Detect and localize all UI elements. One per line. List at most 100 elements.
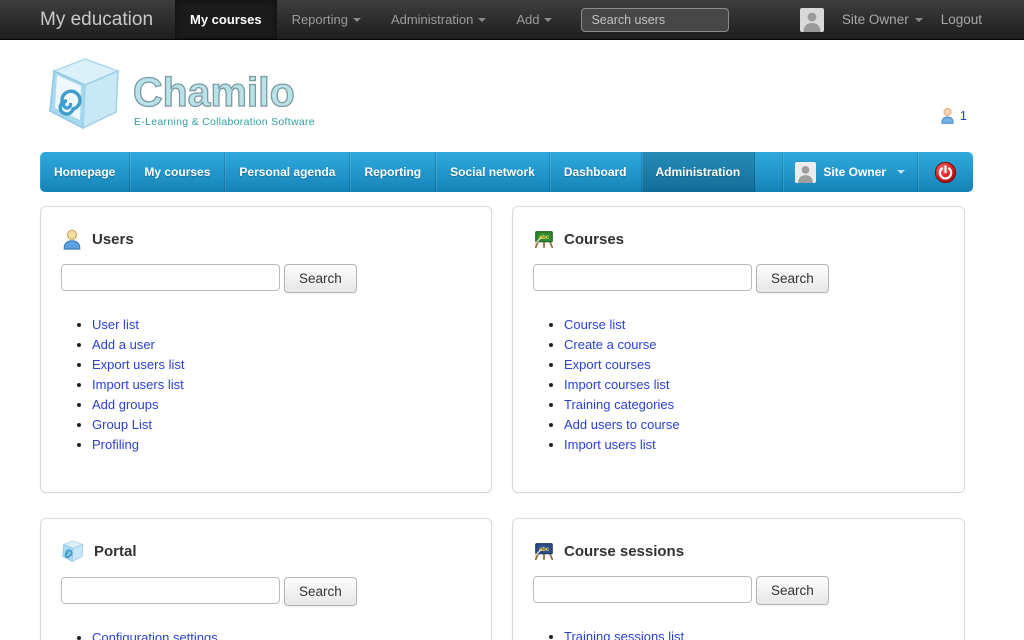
- link-add-users-to-course[interactable]: Add users to course: [564, 417, 680, 432]
- portal-search-button[interactable]: Search: [284, 577, 357, 606]
- tab-label: Personal agenda: [239, 165, 335, 179]
- chamilo-wordmark: Chamilo E-Learning & Collaboration Softw…: [131, 70, 346, 128]
- tab-administration[interactable]: Administration: [642, 152, 756, 192]
- sessions-links: Training sessions list Add a training se…: [533, 629, 944, 640]
- portal-search-input[interactable]: [61, 577, 280, 604]
- list-item: Create a course: [564, 337, 944, 352]
- panel-courses: abc Courses Search Course list Create a …: [512, 206, 965, 493]
- user-icon: [61, 228, 83, 250]
- tab-label: Homepage: [54, 165, 115, 179]
- courses-links: Course list Create a course Export cours…: [533, 317, 944, 452]
- list-item: Add a user: [92, 337, 471, 352]
- link-create-a-course[interactable]: Create a course: [564, 337, 657, 352]
- tab-personal-agenda[interactable]: Personal agenda: [225, 152, 350, 192]
- list-item: Group List: [92, 417, 471, 432]
- link-add-a-user[interactable]: Add a user: [92, 337, 155, 352]
- tabbar-user-menu[interactable]: Site Owner: [782, 152, 917, 192]
- online-users-counter[interactable]: 1: [939, 107, 967, 124]
- panel-title: Courses: [564, 231, 624, 248]
- link-add-groups[interactable]: Add groups: [92, 397, 159, 412]
- link-import-users-list-courses[interactable]: Import users list: [564, 437, 656, 452]
- chamilo-title: Chamilo: [131, 70, 346, 118]
- chevron-down-icon: [915, 18, 923, 22]
- top-nav-reporting[interactable]: Reporting: [277, 0, 376, 39]
- top-nav-administration[interactable]: Administration: [376, 0, 501, 39]
- link-import-courses-list[interactable]: Import courses list: [564, 377, 669, 392]
- sessions-search-input[interactable]: [533, 576, 752, 603]
- tab-label: Administration: [656, 165, 741, 179]
- chevron-down-icon: [353, 18, 361, 22]
- top-nav-my-courses[interactable]: My courses: [175, 0, 277, 39]
- tab-social-network[interactable]: Social network: [436, 152, 550, 192]
- list-item: Add users to course: [564, 417, 944, 432]
- chamilo-logo[interactable]: Chamilo E-Learning & Collaboration Softw…: [45, 56, 346, 134]
- user-menu-label: Site Owner: [842, 12, 909, 27]
- main-tab-bar: Homepage My courses Personal agenda Repo…: [40, 152, 973, 192]
- panel-users: Users Search User list Add a user Export…: [40, 206, 492, 493]
- tab-reporting[interactable]: Reporting: [350, 152, 436, 192]
- list-item: Training categories: [564, 397, 944, 412]
- list-item: Configuration settings: [92, 630, 471, 640]
- list-item: Export courses: [564, 357, 944, 372]
- panel-title: Users: [92, 231, 134, 248]
- admin-panels-grid: Users Search User list Add a user Export…: [40, 206, 984, 640]
- tab-my-courses[interactable]: My courses: [130, 152, 225, 192]
- top-nav: My courses Reporting Administration Add: [175, 0, 567, 39]
- chevron-down-icon: [478, 18, 486, 22]
- users-search-button[interactable]: Search: [284, 264, 357, 293]
- search-users-input[interactable]: [581, 8, 729, 32]
- power-icon: [934, 161, 957, 184]
- panel-title: Portal: [94, 543, 137, 560]
- link-user-list[interactable]: User list: [92, 317, 139, 332]
- top-nav-label: Add: [516, 12, 539, 27]
- avatar: [795, 162, 816, 183]
- users-links: User list Add a user Export users list I…: [61, 317, 471, 452]
- users-search-input[interactable]: [61, 264, 280, 291]
- top-nav-add[interactable]: Add: [501, 0, 567, 39]
- list-item: Import users list: [564, 437, 944, 452]
- courses-search-button[interactable]: Search: [756, 264, 829, 293]
- portal-links: Configuration settings: [61, 630, 471, 640]
- panel-course-sessions: abc Course sessions Search Training sess…: [512, 518, 965, 640]
- link-import-users-list[interactable]: Import users list: [92, 377, 184, 392]
- link-configuration-settings[interactable]: Configuration settings: [92, 630, 218, 640]
- portal-name: My education: [0, 0, 153, 39]
- logo-subtitle: E-Learning & Collaboration Software: [131, 116, 346, 128]
- user-menu[interactable]: Site Owner: [842, 12, 923, 27]
- logout-link[interactable]: Logout: [941, 12, 982, 27]
- tab-homepage[interactable]: Homepage: [40, 152, 130, 192]
- list-item: Add groups: [92, 397, 471, 412]
- svg-text:abc: abc: [539, 235, 550, 241]
- courses-search-input[interactable]: [533, 264, 752, 291]
- list-item: Profiling: [92, 437, 471, 452]
- svg-text:abc: abc: [539, 547, 550, 553]
- link-export-users-list[interactable]: Export users list: [92, 357, 184, 372]
- chevron-down-icon: [897, 170, 905, 174]
- tab-bar-right: Site Owner: [782, 152, 973, 192]
- online-users-count: 1: [960, 108, 967, 123]
- top-nav-label: Administration: [391, 12, 473, 27]
- top-nav-label: Reporting: [292, 12, 348, 27]
- link-export-courses[interactable]: Export courses: [564, 357, 651, 372]
- panel-portal: Portal Search Configuration settings: [40, 518, 492, 640]
- logout-power-button[interactable]: [917, 152, 973, 192]
- sessions-search-button[interactable]: Search: [756, 576, 829, 605]
- tab-label: Social network: [450, 165, 535, 179]
- person-silhouette-icon: [795, 162, 816, 183]
- tab-label: My courses: [144, 165, 210, 179]
- avatar[interactable]: [800, 8, 824, 32]
- list-item: Training sessions list: [564, 629, 944, 640]
- online-user-icon: [939, 107, 956, 124]
- session-board-icon: abc: [533, 540, 555, 562]
- tabbar-user-label: Site Owner: [823, 165, 886, 179]
- top-nav-label: My courses: [190, 12, 262, 27]
- link-course-list[interactable]: Course list: [564, 317, 625, 332]
- link-training-sessions-list[interactable]: Training sessions list: [564, 629, 684, 640]
- link-profiling[interactable]: Profiling: [92, 437, 139, 452]
- logout-label: Logout: [941, 12, 982, 27]
- link-training-categories[interactable]: Training categories: [564, 397, 674, 412]
- list-item: User list: [92, 317, 471, 332]
- chamilo-title-text: Chamilo: [133, 70, 295, 115]
- tab-dashboard[interactable]: Dashboard: [550, 152, 642, 192]
- link-group-list[interactable]: Group List: [92, 417, 152, 432]
